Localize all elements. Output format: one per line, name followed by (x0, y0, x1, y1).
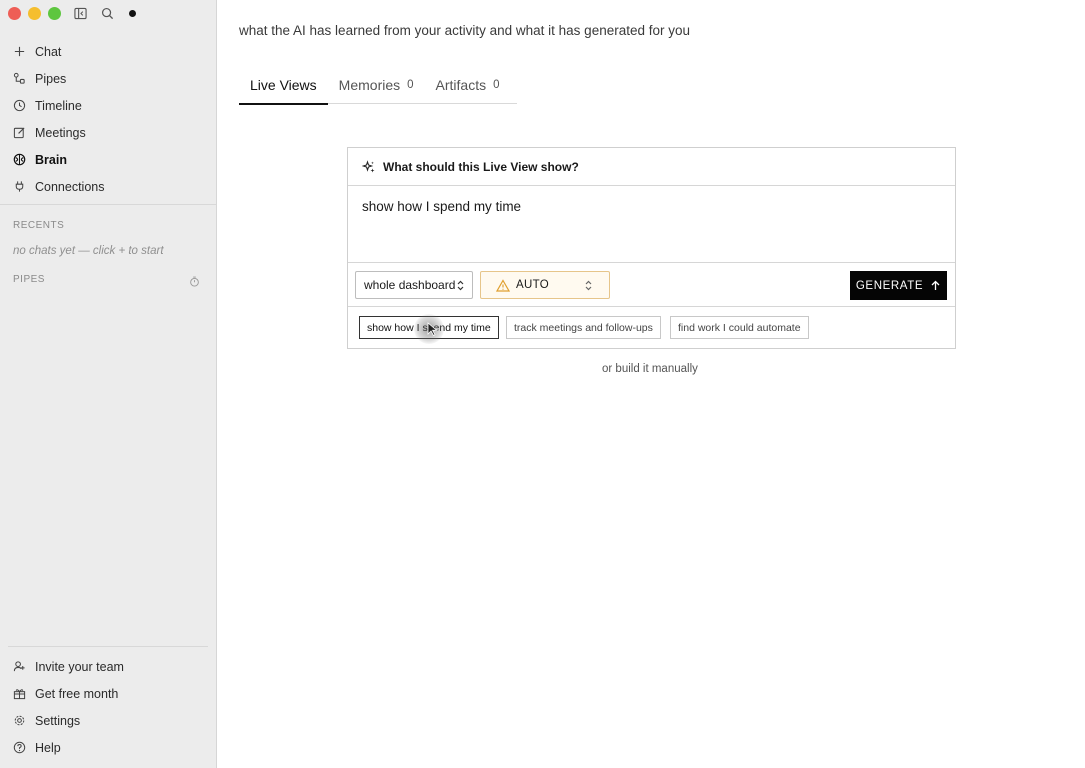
tab-artifacts[interactable]: Artifacts 0 (425, 70, 511, 104)
edit-note-icon (13, 127, 25, 139)
nav-label: Chat (35, 44, 62, 59)
nav-label: Help (35, 740, 61, 755)
gift-icon (13, 689, 26, 700)
scope-select-value: whole dashboard (364, 278, 456, 292)
recents-empty-state: no chats yet — click + to start (13, 245, 164, 257)
plug-icon (15, 181, 24, 192)
mouse-cursor-icon (427, 322, 438, 336)
nav-label: Connections (35, 179, 105, 194)
tab-label: Live Views (250, 77, 317, 93)
window-controls (8, 7, 61, 20)
tab-label: Memories (338, 77, 401, 93)
close-window-button[interactable] (8, 7, 21, 20)
pipes-heading: PIPES (13, 274, 45, 285)
app-window: Chat Pipes Timeline Meetings Brain Conne… (0, 0, 1085, 768)
suggestion-chip[interactable]: track meetings and follow-ups (506, 316, 661, 339)
maximize-window-button[interactable] (48, 7, 61, 20)
prompt-input[interactable]: show how I spend my time (348, 186, 955, 263)
nav-label: Invite your team (35, 659, 124, 674)
status-indicator (129, 10, 136, 17)
search-icon[interactable] (100, 6, 115, 21)
divider (0, 204, 216, 205)
arrow-up-icon (931, 280, 940, 290)
suggestion-chip[interactable]: find work I could automate (670, 316, 809, 339)
help-button[interactable]: Help (0, 734, 216, 761)
sidebar: Chat Pipes Timeline Meetings Brain Conne… (0, 0, 217, 768)
nav-item-connections[interactable]: Connections (0, 173, 216, 200)
tab-label: Artifacts (435, 77, 487, 93)
nav-item-pipes[interactable]: Pipes (0, 65, 216, 92)
clock-icon (13, 99, 26, 112)
help-icon (13, 741, 26, 754)
nav-label: Meetings (35, 125, 86, 140)
tab-live-views[interactable]: Live Views (239, 70, 328, 105)
scope-select[interactable]: whole dashboard (355, 271, 473, 299)
nav-item-chat[interactable]: Chat (0, 38, 216, 65)
plus-icon (14, 46, 25, 57)
chevron-updown-icon (585, 280, 592, 291)
chevron-updown-icon (457, 280, 464, 291)
sparkles-icon (362, 159, 375, 172)
nav-label: Timeline (35, 98, 82, 113)
divider (8, 646, 208, 647)
nav-label: Get free month (35, 686, 119, 701)
pipes-icon (13, 72, 25, 84)
composer-controls: whole dashboard AUTO GENERATE (348, 263, 955, 307)
tab-count: 0 (493, 79, 500, 91)
main-nav: Chat Pipes Timeline Meetings Brain Conne… (0, 38, 216, 200)
composer-header: What should this Live View show? (348, 148, 955, 186)
model-select-value: AUTO (516, 279, 549, 291)
recents-heading: RECENTS (13, 220, 65, 231)
build-manually-link[interactable]: or build it manually (602, 363, 698, 375)
main-content: what the AI has learned from your activi… (217, 0, 1085, 768)
nav-item-brain[interactable]: Brain (0, 146, 216, 173)
minimize-window-button[interactable] (28, 7, 41, 20)
nav-label: Pipes (35, 71, 67, 86)
generate-button[interactable]: GENERATE (850, 271, 947, 300)
nav-item-timeline[interactable]: Timeline (0, 92, 216, 119)
tab-count: 0 (407, 79, 414, 91)
model-select[interactable]: AUTO (480, 271, 610, 299)
free-month-button[interactable]: Get free month (0, 680, 216, 707)
nav-item-meetings[interactable]: Meetings (0, 119, 216, 146)
toolbar (73, 6, 136, 21)
page-subtitle: what the AI has learned from your activi… (239, 23, 691, 38)
brain-icon (13, 153, 26, 166)
tab-memories[interactable]: Memories 0 (328, 70, 425, 104)
generate-label: GENERATE (855, 279, 924, 292)
bottom-nav: Invite your team Get free month Settings… (0, 653, 216, 761)
composer-question: What should this Live View show? (383, 159, 579, 174)
nav-label: Brain (35, 152, 67, 167)
invite-team-button[interactable]: Invite your team (0, 653, 216, 680)
tab-bar: Live Views Memories 0 Artifacts 0 (239, 70, 517, 105)
settings-button[interactable]: Settings (0, 707, 216, 734)
warning-icon (496, 278, 510, 292)
timer-icon[interactable] (189, 274, 200, 287)
gear-icon (14, 715, 25, 726)
nav-label: Settings (35, 713, 81, 728)
user-plus-icon (13, 661, 25, 672)
sidebar-toggle-icon[interactable] (73, 6, 88, 21)
